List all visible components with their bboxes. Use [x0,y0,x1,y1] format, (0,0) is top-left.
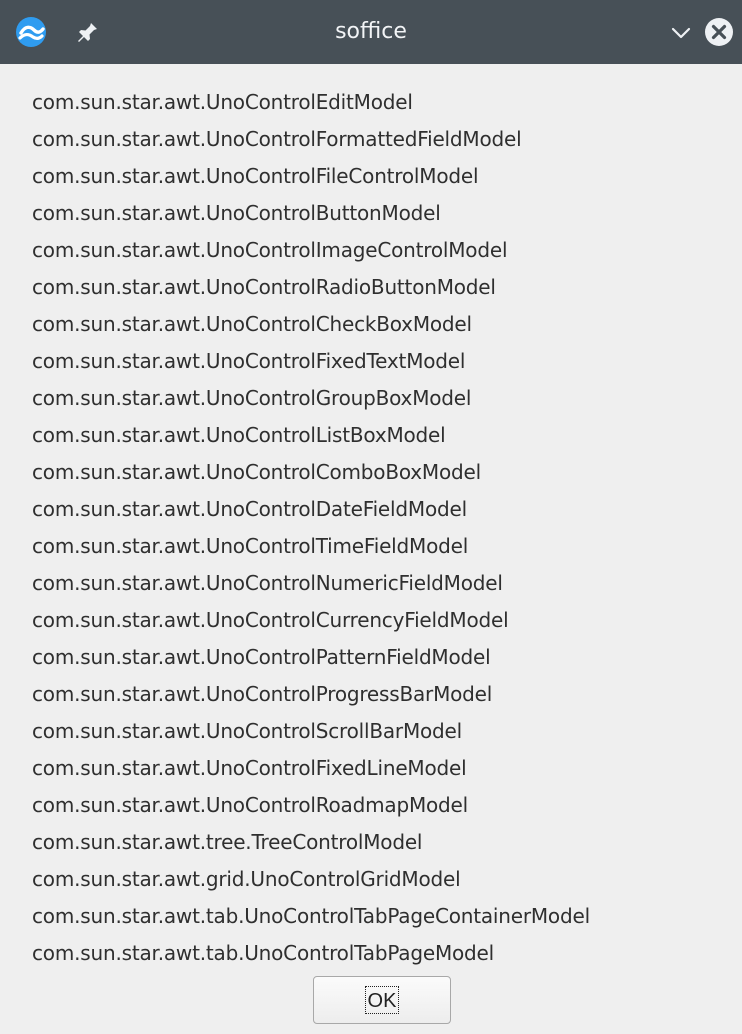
list-item: com.sun.star.awt.grid.UnoControlGridMode… [32,867,461,891]
list-item: com.sun.star.awt.UnoControlFormattedFiel… [32,127,522,151]
ok-button[interactable]: OK [313,976,451,1024]
list-item: com.sun.star.awt.UnoControlComboBoxModel [32,460,481,484]
list-item: com.sun.star.awt.UnoControlListBoxModel [32,423,446,447]
list-item: com.sun.star.awt.UnoControlTimeFieldMode… [32,534,469,558]
list-item: com.sun.star.awt.UnoControlRadioButtonMo… [32,275,496,299]
dialog-content: com.sun.star.awt.UnoControlEditModel com… [0,64,742,1034]
list-item: com.sun.star.awt.UnoControlCheckBoxModel [32,312,472,336]
window-title: soffice [335,19,407,44]
pin-icon[interactable] [76,20,100,44]
list-item: com.sun.star.awt.UnoControlPatternFieldM… [32,645,491,669]
list-item: com.sun.star.awt.tree.TreeControlModel [32,830,423,854]
list-item: com.sun.star.awt.UnoControlCurrencyField… [32,608,509,632]
model-list: com.sun.star.awt.UnoControlEditModel com… [32,84,590,972]
libreoffice-icon[interactable] [15,16,47,48]
list-item: com.sun.star.awt.tab.UnoControlTabPageCo… [32,904,590,928]
list-item: com.sun.star.awt.UnoControlFixedLineMode… [32,756,467,780]
list-item: com.sun.star.awt.UnoControlGroupBoxModel [32,386,472,410]
list-item: com.sun.star.awt.UnoControlFileControlMo… [32,164,479,188]
list-item: com.sun.star.awt.UnoControlEditModel [32,90,413,114]
close-icon[interactable] [703,16,735,48]
ok-button-label: OK [364,986,400,1014]
list-item: com.sun.star.awt.UnoControlRoadmapModel [32,793,468,817]
list-item: com.sun.star.awt.UnoControlFixedTextMode… [32,349,466,373]
list-item: com.sun.star.awt.tab.UnoControlTabPageMo… [32,941,494,965]
chevron-down-icon[interactable] [671,23,691,43]
list-item: com.sun.star.awt.UnoControlNumericFieldM… [32,571,503,595]
list-item: com.sun.star.awt.UnoControlButtonModel [32,201,441,225]
title-bar[interactable]: soffice [0,0,742,64]
list-item: com.sun.star.awt.UnoControlDateFieldMode… [32,497,467,521]
list-item: com.sun.star.awt.UnoControlImageControlM… [32,238,508,262]
dialog-window: soffice com.sun.star.awt.UnoControlEditM… [0,0,742,1034]
list-item: com.sun.star.awt.UnoControlScrollBarMode… [32,719,462,743]
list-item: com.sun.star.awt.UnoControlProgressBarMo… [32,682,493,706]
